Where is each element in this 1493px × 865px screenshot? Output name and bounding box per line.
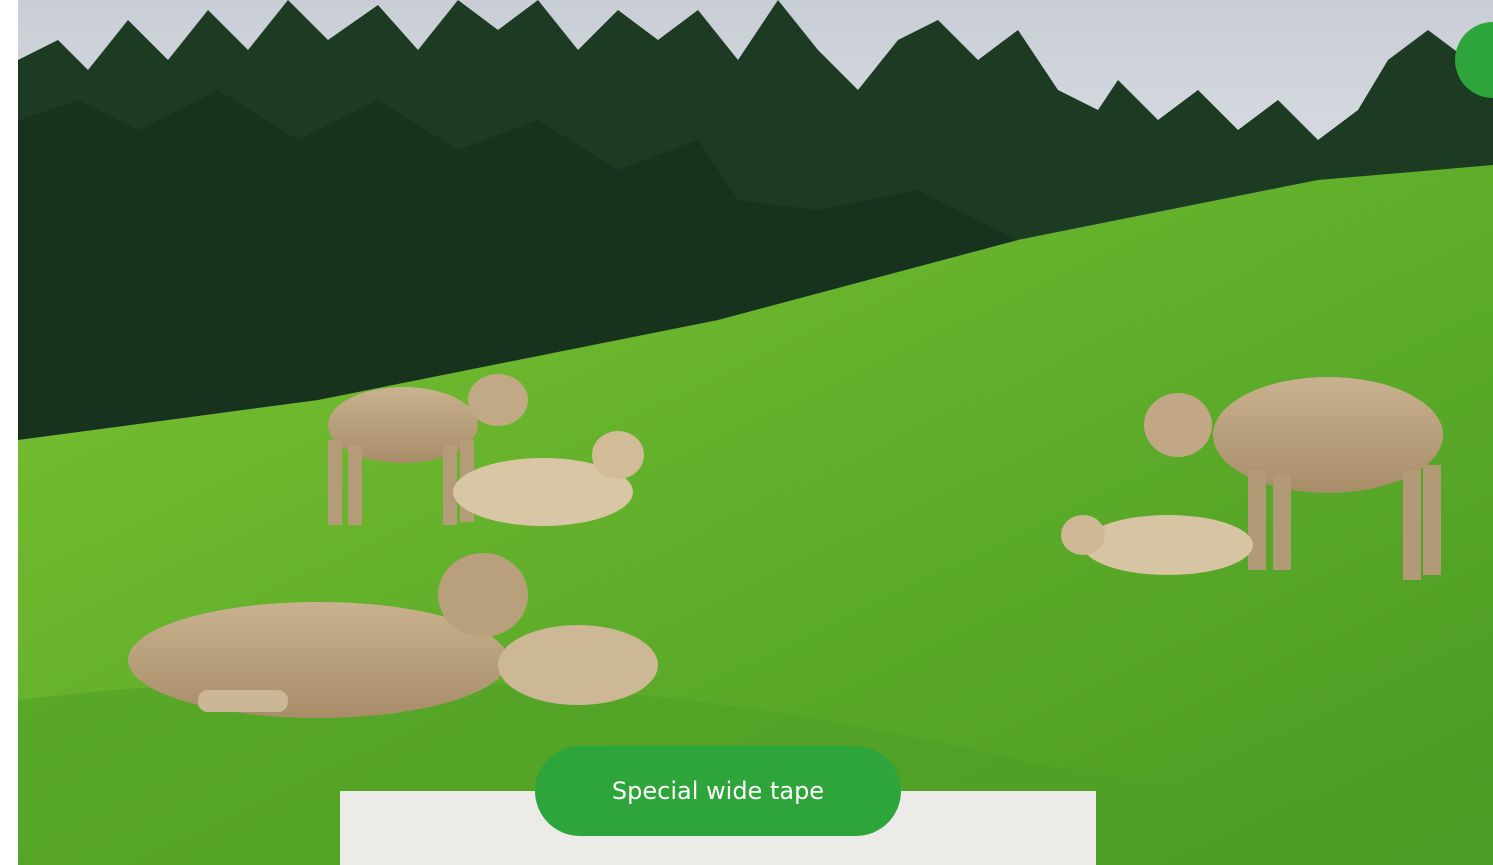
page: Special wide tape — [0, 0, 1493, 865]
meadow-illustration — [18, 0, 1493, 865]
calf-lying-left — [498, 625, 658, 705]
hero-image — [18, 0, 1493, 865]
special-wide-tape-button[interactable]: Special wide tape — [535, 746, 901, 836]
